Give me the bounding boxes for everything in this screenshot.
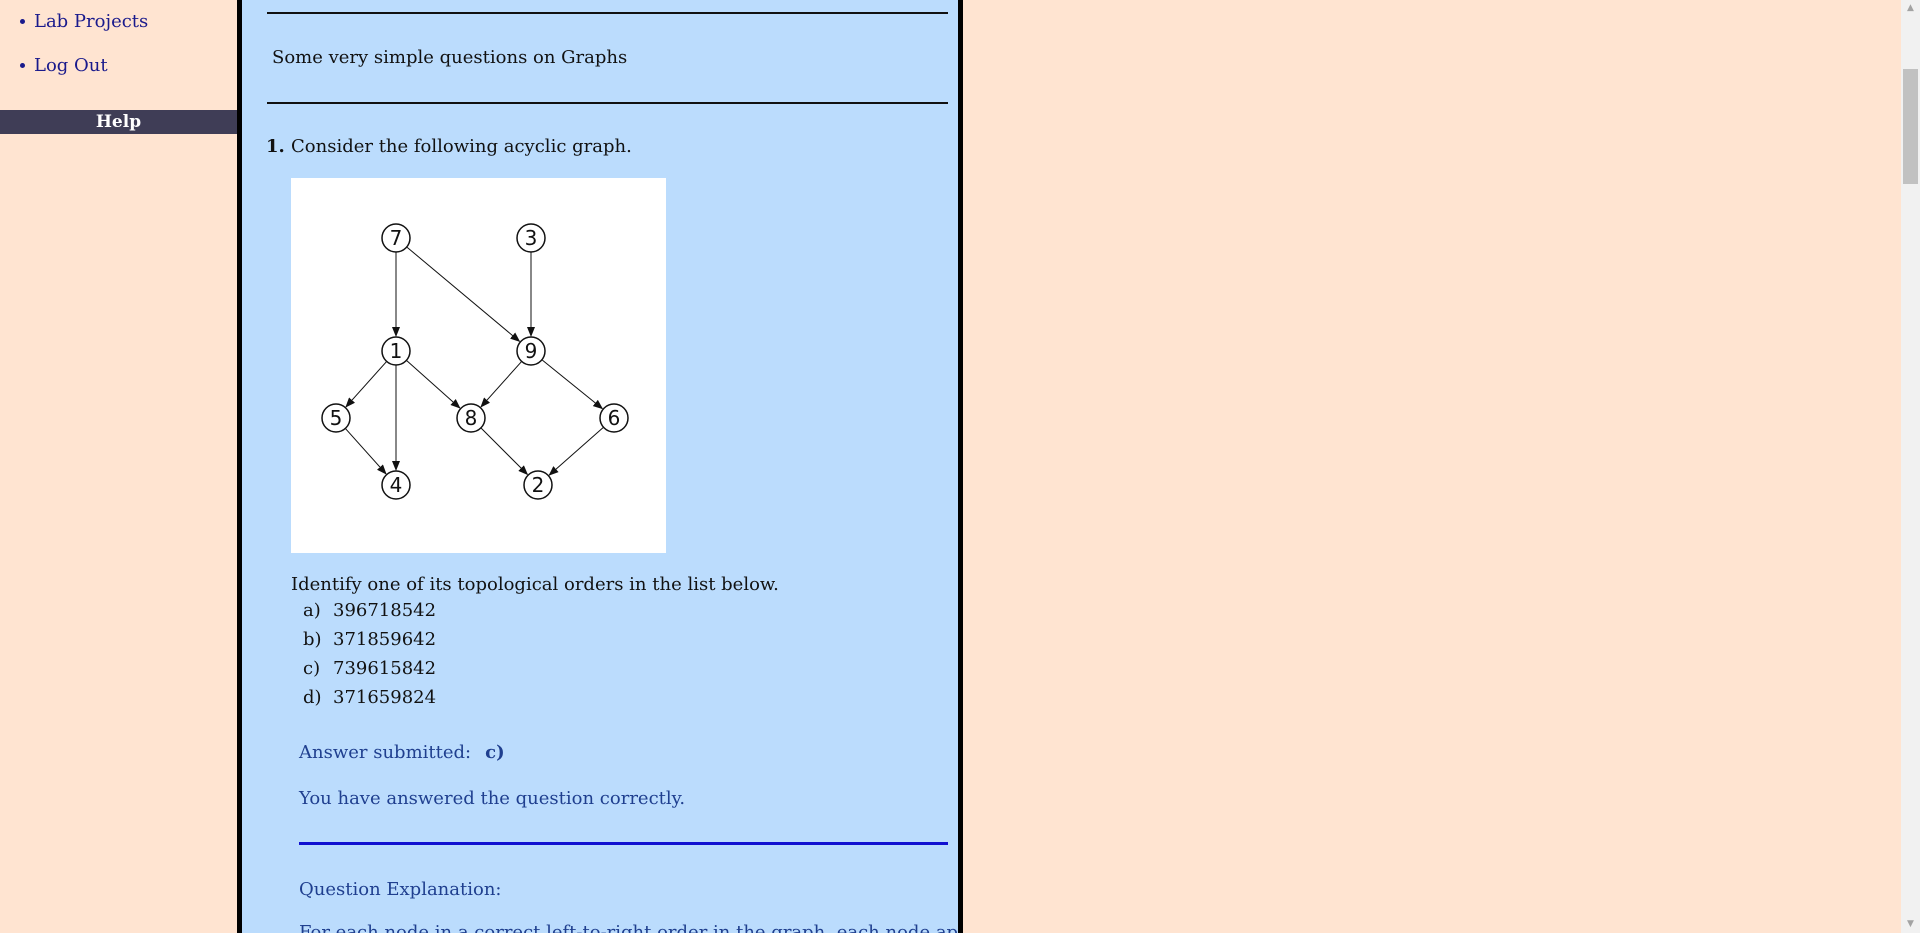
graph-edge-7-9 xyxy=(406,246,521,343)
graph-node-3: 3 xyxy=(516,223,546,253)
bullet-icon xyxy=(20,19,25,24)
option-value: 371659824 xyxy=(333,687,437,708)
answer-value: c) xyxy=(485,742,505,763)
graph-node-label: 9 xyxy=(525,339,538,363)
graph-edge-8-2 xyxy=(480,427,529,476)
answer-label: Answer submitted: xyxy=(299,742,472,763)
option-c: c) 739615842 xyxy=(303,658,436,679)
option-letter: c) xyxy=(303,658,321,679)
bullet-icon xyxy=(20,63,25,68)
sidebar-item-label[interactable]: Lab Projects xyxy=(34,11,148,32)
graph-node-4: 4 xyxy=(381,470,411,500)
feedback-message: You have answered the question correctly… xyxy=(299,788,686,809)
scrollbar-thumb[interactable] xyxy=(1903,69,1918,184)
option-b: b) 371859642 xyxy=(303,629,436,650)
graph-edge-5-4 xyxy=(344,428,387,475)
sidebar-item-log-out[interactable]: Log Out xyxy=(20,55,108,76)
graph-node-8: 8 xyxy=(456,403,486,433)
question-prompt: Identify one of its topological orders i… xyxy=(291,574,779,595)
explanation-text: For each node in a correct left-to-right… xyxy=(299,922,959,933)
answer-submitted: Answer submitted: c) xyxy=(299,742,505,763)
option-letter: b) xyxy=(303,629,322,650)
option-a: a) 396718542 xyxy=(303,600,436,621)
graph-edge-1-5 xyxy=(345,361,388,408)
explanation-title: Question Explanation: xyxy=(299,879,502,900)
divider xyxy=(267,12,948,14)
graph-node-label: 4 xyxy=(390,473,403,497)
option-letter: a) xyxy=(303,600,321,621)
sidebar-item-label[interactable]: Log Out xyxy=(34,55,108,76)
option-value: 371859642 xyxy=(333,629,437,650)
graph-node-label: 8 xyxy=(465,406,478,430)
scroll-down-arrow-icon[interactable]: ▼ xyxy=(1901,916,1920,933)
page: Lab Projects Log Out Help Some very simp… xyxy=(0,0,1920,933)
graph-node-label: 5 xyxy=(330,406,343,430)
graph-node-label: 2 xyxy=(532,473,545,497)
page-title: Some very simple questions on Graphs xyxy=(272,47,628,68)
divider xyxy=(267,102,948,104)
question-number: 1. xyxy=(266,136,285,157)
sidebar-item-lab-projects[interactable]: Lab Projects xyxy=(20,11,148,32)
question-text: Consider the following acyclic graph. xyxy=(291,136,632,157)
graph-node-label: 3 xyxy=(525,226,538,250)
option-d: d) 371659824 xyxy=(303,687,436,708)
question-panel: Some very simple questions on Graphs 1. … xyxy=(237,0,963,933)
graph-edge-1-8 xyxy=(406,359,461,409)
graph-image: 7 3 1 9 5 8 6 4 2 xyxy=(291,178,666,553)
graph-node-label: 6 xyxy=(608,406,621,430)
scrollbar[interactable]: ▲ ▼ xyxy=(1901,0,1920,933)
sidebar: Lab Projects Log Out Help xyxy=(0,0,237,933)
scroll-up-arrow-icon[interactable]: ▲ xyxy=(1901,0,1920,17)
graph-node-label: 1 xyxy=(390,339,403,363)
graph-node-9: 9 xyxy=(516,336,546,366)
graph-edge-9-8 xyxy=(480,361,523,408)
graph-node-5: 5 xyxy=(321,403,351,433)
graph-node-2: 2 xyxy=(523,470,553,500)
graph-edge-6-2 xyxy=(548,426,604,476)
graph-node-1: 1 xyxy=(381,336,411,366)
graph-edge-9-6 xyxy=(541,359,604,410)
graph-node-6: 6 xyxy=(599,403,629,433)
option-value: 739615842 xyxy=(333,658,437,679)
option-value: 396718542 xyxy=(333,600,437,621)
graph-diagram: 7 3 1 9 5 8 6 4 2 xyxy=(321,223,629,500)
option-letter: d) xyxy=(303,687,322,708)
graph-node-7: 7 xyxy=(381,223,411,253)
help-header: Help xyxy=(0,110,237,134)
divider-blue xyxy=(299,842,948,845)
graph-node-label: 7 xyxy=(390,226,403,250)
